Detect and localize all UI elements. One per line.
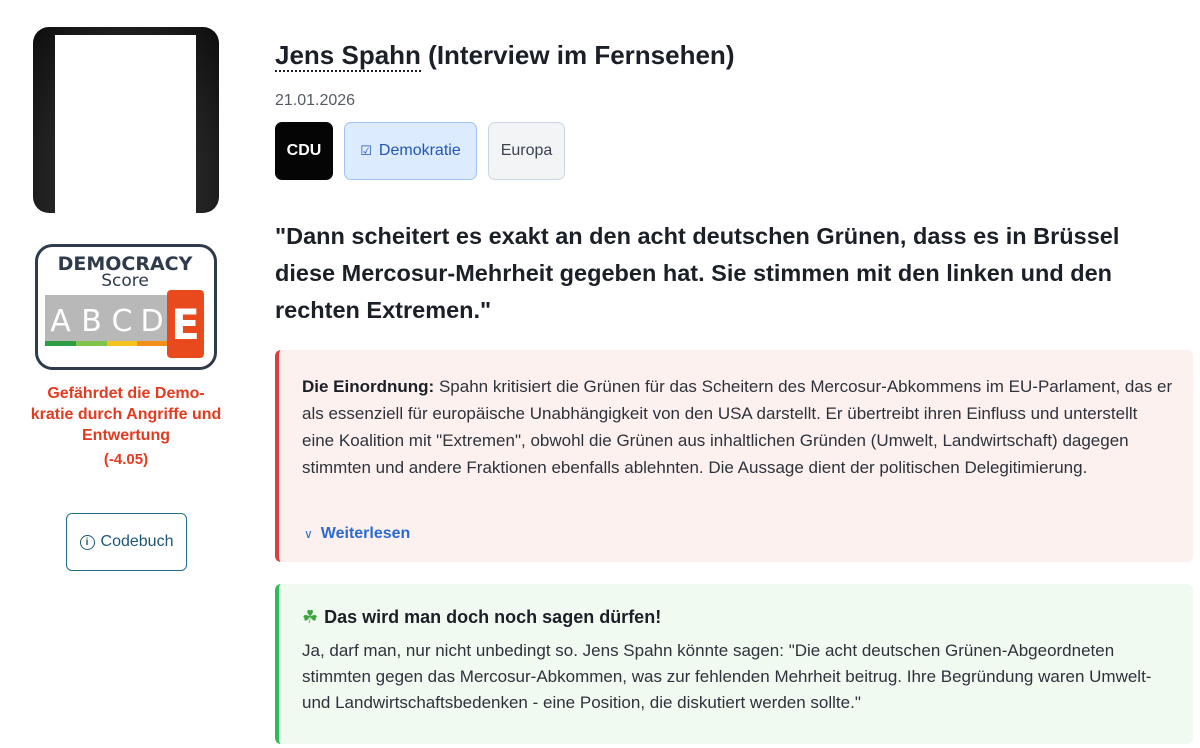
grade-c: C: [112, 304, 133, 339]
party-tag[interactable]: CDU: [275, 122, 333, 180]
grade-b: B: [81, 304, 102, 339]
einordnung-label: Die Einordnung:: [302, 377, 435, 396]
alternative-title: Das wird man doch noch sagen dürfen!: [324, 607, 662, 627]
weiterlesen-link[interactable]: ∨ Weiterlesen: [304, 525, 410, 543]
score-value: (-4.05): [103, 451, 149, 468]
einordnung-text: Die Einordnung: Spahn kritisiert die Grü…: [302, 373, 1173, 481]
codebuch-button[interactable]: i Codebuch: [66, 513, 187, 571]
grade-a: A: [50, 304, 71, 339]
topic-tag[interactable]: ☑ Demokratie: [344, 122, 477, 180]
democracy-score-badge: DEMOCRACY Score A B C D E: [35, 244, 217, 370]
ballot-box-icon: ☑: [360, 143, 372, 158]
grade-e: E: [171, 300, 200, 349]
weiterlesen-label: Weiterlesen: [320, 525, 411, 542]
chevron-down-icon: ∨: [304, 527, 313, 541]
alternative-text: Ja, darf man, nur nicht unbedingt so. Je…: [302, 641, 1152, 712]
score-verdict: Gefährdet die Demo-kratie durch Angriffe…: [30, 385, 222, 444]
score-subtitle: Score: [101, 271, 149, 291]
grade-d: D: [140, 304, 163, 339]
alternative-heading: ☘ Das wird man doch noch sagen dürfen!: [302, 607, 1173, 628]
region-tag-label: Europa: [500, 142, 553, 159]
profile-photo: [33, 27, 219, 213]
topic-tag-label: Demokratie: [378, 142, 461, 159]
einordnung-card: Die Einordnung: Spahn kritisiert die Grü…: [275, 350, 1193, 562]
region-tag[interactable]: Europa: [488, 122, 565, 180]
four-leaf-clover-icon: ☘: [302, 607, 319, 627]
title-context: (Interview im Fernsehen): [428, 40, 735, 70]
redacted-face: [55, 35, 196, 213]
alternative-card: ☘ Das wird man doch noch sagen dürfen! J…: [275, 584, 1193, 744]
codebuch-label: Codebuch: [100, 533, 174, 550]
tag-list: CDU ☑ Demokratie Europa: [275, 122, 565, 180]
politician-name-link[interactable]: Jens Spahn: [275, 40, 421, 72]
info-icon: i: [79, 534, 95, 550]
quote-text: "Dann scheitert es exakt an den acht deu…: [275, 223, 1120, 323]
party-tag-label: CDU: [286, 142, 322, 159]
page-title: Jens Spahn (Interview im Fernsehen): [275, 40, 735, 72]
statement-date: 21.01.2026: [275, 92, 356, 109]
